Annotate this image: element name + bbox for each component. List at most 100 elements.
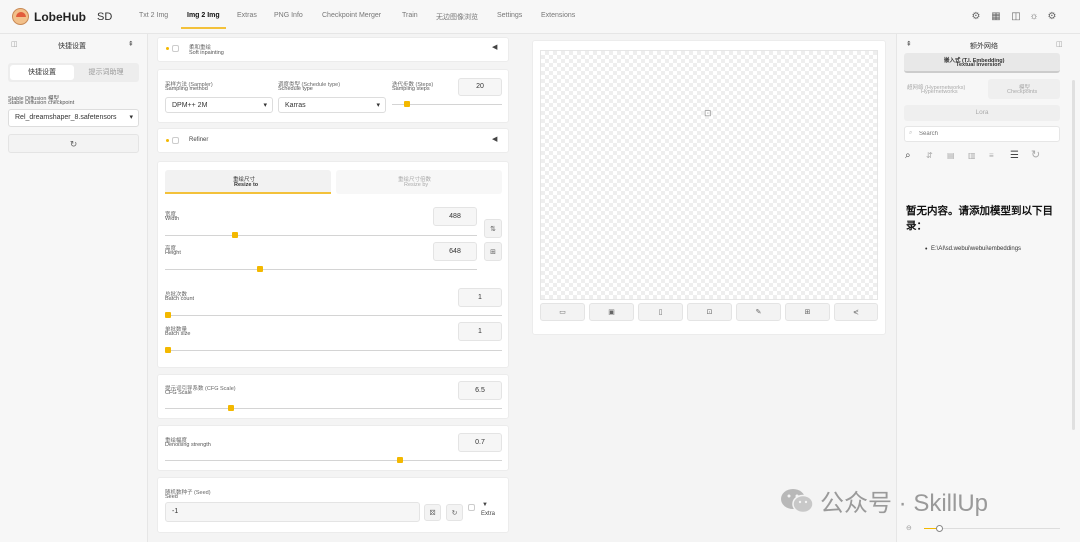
pin-icon[interactable]: ⇞ [906,40,912,48]
refresh-checkpoint-button[interactable]: ↻ [8,134,139,153]
tree-view-icon[interactable]: ☰ [1010,150,1019,161]
save-icon: ▣ [608,309,615,316]
refresh-icon[interactable]: ↻ [1031,148,1040,161]
sidebar-toggle-icon[interactable]: ◫ [1056,40,1063,48]
send-to-inpaint-button[interactable]: ✎ [736,303,781,321]
tab-prompt-assistant[interactable]: 提示词助理 [74,65,138,80]
card-size-slider-track[interactable] [924,528,1060,529]
tab-png-info[interactable]: PNG Info [274,12,303,19]
scrollbar[interactable] [1072,80,1075,430]
status-dot [166,139,169,142]
ratio-icon: ⊞ [490,249,496,256]
open-folder-button[interactable]: ▭ [540,303,585,321]
extra-networks-title: 额外网络 [970,43,998,50]
width-slider-track[interactable] [165,235,477,236]
extra-seed-checkbox[interactable] [468,504,475,511]
batch-count-label-en: Batch count [165,296,195,302]
hypernetworks-label-en: Hypernetworks [921,89,958,95]
discord-icon[interactable]: ◫ [1010,11,1022,23]
dice-icon: ⚄ [429,510,436,517]
denoising-input[interactable]: 0.7 [458,433,502,452]
grid-icon[interactable]: ▦ [990,11,1002,23]
search-input[interactable] [919,129,1055,139]
denoising-slider-thumb[interactable] [396,457,403,463]
width-slider-thumb[interactable] [232,232,239,238]
app-logo[interactable]: LobeHub SD [12,8,112,25]
refiner-section[interactable] [157,128,509,153]
send-to-img2img-button[interactable]: ⊡ [687,303,732,321]
batch-size-slider-track[interactable] [165,350,502,351]
tab-infinite-image-browsing[interactable]: 无边图像浏览 [436,12,478,22]
batch-size-input[interactable]: 1 [458,322,502,341]
sidebar-toggle-icon[interactable]: ◫ [11,40,18,48]
swap-dimensions-button[interactable]: ⇅ [484,219,502,238]
collapse-arrow-icon[interactable]: ◀ [492,43,497,51]
image-icon: ⊡ [706,309,713,316]
steps-slider-thumb[interactable] [404,101,411,107]
gear-icon[interactable]: ⚙ [1046,11,1058,23]
batch-count-slider-track[interactable] [165,315,502,316]
soft-inpainting-checkbox[interactable] [172,45,179,52]
app-name: LobeHub [34,9,86,24]
tab-settings[interactable]: Settings [497,12,522,19]
sort-name-icon[interactable]: ⇵ [926,151,933,160]
sampler-label-en: Sampling method [165,86,208,92]
cfg-slider-track[interactable] [165,408,502,409]
sort-size-icon[interactable]: ▥ [968,151,976,160]
zoom-icon: ⊖ [906,525,912,532]
height-slider-thumb[interactable] [256,266,263,272]
batch-size-label-en: Batch size [165,331,191,337]
denoising-label-en: Denoising strength [165,442,211,448]
tab-extensions[interactable]: Extensions [541,12,575,19]
save-button[interactable]: ▣ [589,303,634,321]
sort-text-icon[interactable]: ≡ [989,151,994,160]
seed-input[interactable]: -1 [165,502,420,522]
checkpoint-value: Rel_dreamshaper_8.safetensors [15,114,117,121]
extra-label: Extra [481,511,496,517]
denoising-slider-track[interactable] [165,460,502,461]
tab-lora[interactable]: Lora [904,105,1060,121]
steps-input[interactable]: 20 [458,78,502,96]
extra-expand-arrow-icon[interactable]: ▼ [482,502,488,508]
height-input[interactable]: 648 [433,242,477,261]
settings-cog-icon[interactable]: ⚙ [970,11,982,23]
batch-count-slider-thumb[interactable] [165,312,171,318]
empty-message: 暂无内容。请添加模型到以下目录： [906,205,1053,232]
steps-label-en: Sampling steps [392,86,430,92]
sampler-select[interactable]: DPM++ 2M [165,97,273,114]
output-image-canvas[interactable] [540,50,878,300]
card-size-slider-thumb[interactable] [936,525,943,532]
checkpoints-label-en: Checkpoints [1007,89,1038,95]
send-to-extras-button[interactable]: ⊞ [785,303,830,321]
aspect-ratio-button[interactable]: ⊞ [484,242,502,261]
refiner-label: Refiner [189,137,209,143]
extra-networks-search[interactable]: ⌕ [904,126,1060,142]
cfg-slider-thumb[interactable] [227,405,234,411]
batch-size-slider-thumb[interactable] [165,347,171,353]
tab-img2img[interactable]: Img 2 Img [181,12,226,29]
tab-extras[interactable]: Extras [237,12,257,19]
tab-quick-settings[interactable]: 快捷设置 [10,65,74,80]
width-input[interactable]: 488 [433,207,477,226]
cfg-input[interactable]: 6.5 [458,381,502,400]
pin-icon[interactable]: ⇞ [128,40,134,48]
height-slider-track[interactable] [165,269,477,270]
zip-button[interactable]: ▯ [638,303,683,321]
checkpoint-select[interactable]: Rel_dreamshaper_8.safetensors [8,109,139,127]
random-seed-button[interactable]: ⚄ [424,504,441,521]
tab-train[interactable]: Train [402,12,418,19]
swap-arrows-icon: ⇅ [490,226,496,233]
schedule-value: Karras [285,102,306,109]
share-button[interactable]: ⋞ [834,303,878,321]
resize-to-label-en: Resize to [234,182,259,188]
tab-txt2img[interactable]: Txt 2 Img [139,12,168,19]
theme-sun-icon[interactable]: ☼ [1028,11,1040,23]
tab-checkpoint-merger[interactable]: Checkpoint Merger [322,12,381,19]
batch-count-input[interactable]: 1 [458,288,502,307]
folder-search-icon[interactable]: ⌕ [905,150,911,161]
schedule-select[interactable]: Karras [278,97,386,114]
collapse-arrow-icon[interactable]: ◀ [492,135,497,143]
refiner-checkbox[interactable] [172,137,179,144]
sort-date-icon[interactable]: ▤ [947,151,955,160]
reuse-seed-button[interactable]: ↻ [446,504,463,521]
